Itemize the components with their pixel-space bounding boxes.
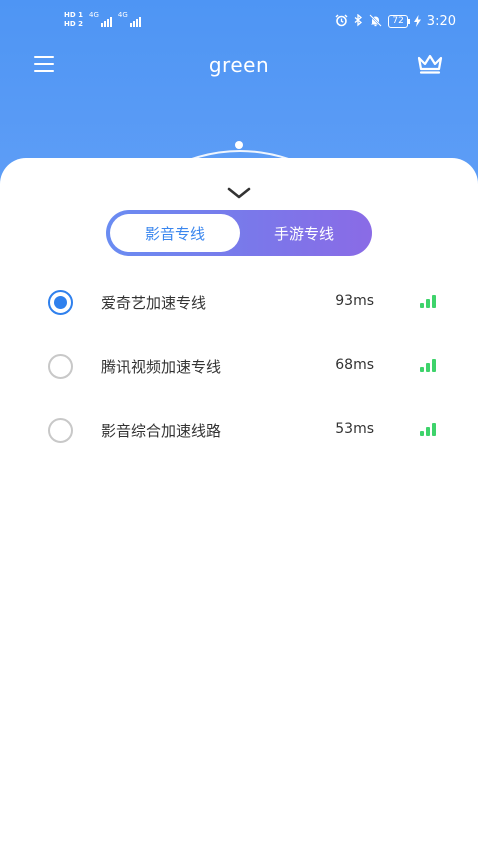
bluetooth-icon <box>354 13 363 29</box>
network-type-label: 4G <box>117 11 128 19</box>
route-ping: 93ms <box>335 293 374 309</box>
alarm-icon <box>335 14 348 29</box>
route-item[interactable]: 影音综合加速线路 53ms <box>0 398 478 462</box>
cell-signal-icon: 4G <box>118 11 141 27</box>
signal-strength-icon <box>420 422 440 436</box>
status-bar: HD 1 HD 2 4G 4G 72 3:20 <box>0 0 478 40</box>
route-item[interactable]: 腾讯视频加速专线 68ms <box>0 334 478 398</box>
route-radio[interactable] <box>48 418 73 443</box>
hd-badge-1: HD 1 <box>64 11 83 19</box>
route-ping: 53ms <box>335 421 374 437</box>
cell-signal-icon: 4G <box>89 11 112 27</box>
route-item[interactable]: 爱奇艺加速专线 93ms <box>0 270 478 334</box>
route-name: 腾讯视频加速专线 <box>101 358 222 376</box>
route-list: 爱奇艺加速专线 93ms 腾讯视频加速专线 68ms 影音综合加速线路 53ms <box>0 270 478 462</box>
status-time: 3:20 <box>426 14 456 29</box>
route-name: 爱奇艺加速专线 <box>101 294 207 312</box>
status-right: 72 3:20 <box>335 13 456 29</box>
tab-video-lines[interactable]: 影音专线 <box>110 214 240 252</box>
tab-game-lines[interactable]: 手游专线 <box>240 214 368 252</box>
signal-strength-icon <box>420 294 440 308</box>
mute-icon <box>369 14 383 29</box>
hd-badges: HD 1 HD 2 <box>64 11 83 28</box>
line-type-switch: 影音专线 手游专线 <box>106 210 372 256</box>
status-left: HD 1 HD 2 4G 4G <box>64 11 141 28</box>
route-sheet: 影音专线 手游专线 爱奇艺加速专线 93ms 腾讯视频加速专线 68ms 影音综… <box>0 158 478 850</box>
route-radio[interactable] <box>48 354 73 379</box>
signal-strength-icon <box>420 358 440 372</box>
battery-icon: 72 <box>388 15 411 28</box>
hd-badge-2: HD 2 <box>64 20 83 28</box>
route-ping: 68ms <box>335 357 374 373</box>
chevron-down-icon[interactable] <box>226 185 252 199</box>
route-name: 影音综合加速线路 <box>101 422 222 440</box>
route-radio-selected[interactable] <box>48 290 73 315</box>
crown-icon[interactable] <box>416 53 444 75</box>
network-type-label: 4G <box>88 11 99 19</box>
app-title: green <box>208 53 270 77</box>
charging-icon <box>413 14 421 29</box>
